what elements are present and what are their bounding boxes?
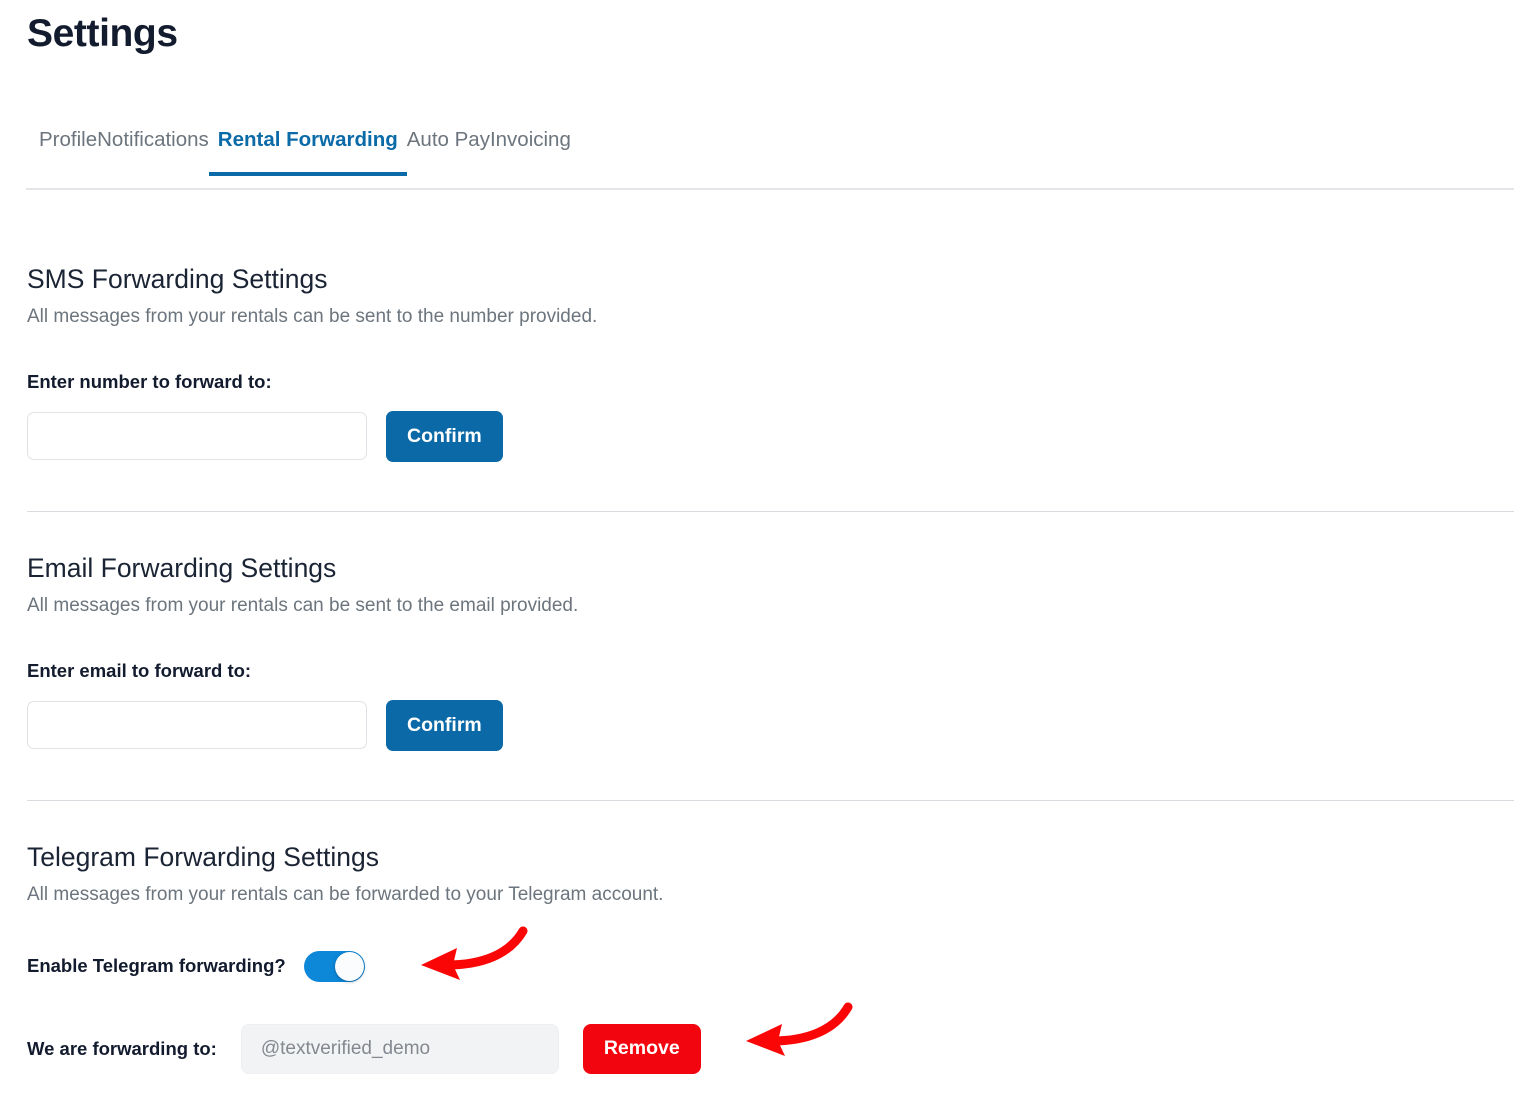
tab-notifications[interactable]: Notifications — [97, 120, 209, 174]
email-forward-address-input[interactable] — [27, 701, 367, 750]
tab-auto-pay[interactable]: Auto Pay — [407, 120, 490, 174]
tab-profile[interactable]: Profile — [39, 120, 97, 174]
sms-forward-number-input[interactable] — [27, 412, 367, 461]
telegram-toggle-label: Enable Telegram forwarding? — [27, 955, 286, 977]
telegram-forwarding-row: We are forwarding to: Remove — [27, 1023, 1507, 1074]
email-field-label: Enter email to forward to: — [27, 659, 252, 681]
email-field-row: Confirm — [27, 699, 1507, 751]
telegram-enable-toggle[interactable] — [303, 950, 365, 982]
telegram-remove-button[interactable]: Remove — [582, 1023, 701, 1074]
divider-email-telegram — [27, 800, 1514, 801]
sms-section-heading: SMS Forwarding Settings — [27, 264, 328, 294]
email-confirm-button[interactable]: Confirm — [386, 699, 503, 751]
sms-section-description: All messages from your rentals can be se… — [27, 306, 598, 328]
sms-forwarding-section: SMS Forwarding Settings All messages fro… — [27, 263, 1507, 462]
telegram-toggle-row: Enable Telegram forwarding? — [27, 950, 1507, 982]
tab-profile-label: Profile — [39, 128, 98, 151]
telegram-forwarding-section: Telegram Forwarding Settings All message… — [27, 841, 1507, 1074]
email-section-heading: Email Forwarding Settings — [27, 553, 337, 583]
tab-notifications-label: Notifications — [97, 128, 209, 151]
email-section-description: All messages from your rentals can be se… — [27, 595, 579, 617]
sms-confirm-button[interactable]: Confirm — [386, 410, 503, 462]
tab-auto-pay-label: Auto Pay — [406, 128, 490, 151]
telegram-handle-input[interactable] — [240, 1023, 559, 1074]
telegram-forwarding-label: We are forwarding to: — [27, 1037, 217, 1059]
tab-invoicing-label: Invoicing — [489, 128, 571, 151]
tab-invoicing[interactable]: Invoicing — [490, 120, 571, 174]
settings-page: Settings Profile Notifications Rental Fo… — [0, 0, 1529, 1104]
tab-rental-forwarding[interactable]: Rental Forwarding — [208, 120, 407, 176]
settings-tabs: Profile Notifications Rental Forwarding … — [26, 120, 1514, 190]
telegram-section-heading: Telegram Forwarding Settings — [27, 842, 380, 872]
page-title: Settings — [27, 12, 178, 55]
tab-rental-forwarding-label: Rental Forwarding — [217, 128, 398, 151]
divider-sms-email — [27, 511, 1514, 512]
email-forwarding-section: Email Forwarding Settings All messages f… — [27, 552, 1507, 751]
telegram-section-description: All messages from your rentals can be fo… — [27, 884, 664, 906]
sms-field-row: Confirm — [27, 410, 1507, 462]
sms-field-label: Enter number to forward to: — [27, 370, 272, 392]
toggle-knob — [334, 951, 364, 981]
